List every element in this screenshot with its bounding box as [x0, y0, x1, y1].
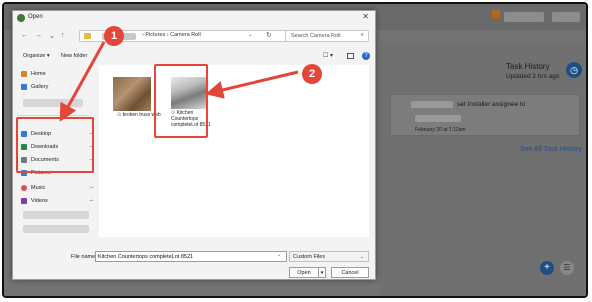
app-icon	[17, 14, 25, 22]
forward-icon[interactable]: →	[35, 32, 42, 39]
blurred-text	[504, 12, 544, 22]
sidebar-item-label: Videos	[31, 198, 48, 204]
see-all-task-history-link[interactable]: See All Task History	[520, 146, 582, 153]
navigation-bar: ← → ⌄ ↑ › Pictures › Camera Roll ⌄ ↻ Sea…	[13, 29, 375, 45]
chevron-down-icon: ⌄	[359, 254, 364, 260]
pin-icon: ⊸	[89, 185, 94, 191]
sidebar-item-label: Gallery	[31, 84, 49, 90]
file-list: ⊙ broken truss web ⊙ Kitchen Countertops…	[99, 65, 369, 237]
blurred-item	[23, 225, 89, 233]
close-button[interactable]: ✕	[362, 12, 369, 21]
add-button[interactable]: +	[540, 261, 554, 275]
open-options-button[interactable]: ▾	[318, 267, 326, 278]
screenshot-frame: Task History Updated 2 hrs ago ◷ set Ins…	[2, 2, 588, 298]
address-dropdown-icon[interactable]: ⌄	[248, 32, 253, 38]
chevron-down-icon[interactable]: ⌄	[277, 252, 281, 258]
file-type-select[interactable]: Custom Files ⌄	[289, 251, 369, 262]
preview-pane-icon[interactable]	[347, 53, 354, 59]
highlight-box-sidebar	[16, 117, 94, 173]
videos-icon	[21, 198, 27, 204]
dialog-titlebar[interactable]: Open ✕	[13, 11, 375, 25]
refresh-icon[interactable]: ↻	[266, 31, 272, 39]
chevron-down-icon[interactable]: ⌄	[49, 32, 55, 40]
new-folder-button[interactable]: New folder	[61, 53, 87, 59]
step-badge-1: 1	[104, 26, 124, 46]
search-input[interactable]: Search Camera Roll ⌕	[285, 30, 369, 42]
blurred-text	[411, 101, 453, 108]
task-history-updated: Updated 2 hrs ago	[506, 73, 560, 80]
up-folder-icon[interactable]: ↑	[61, 32, 65, 39]
divider	[17, 115, 91, 116]
blurred-item	[23, 211, 89, 219]
dialog-footer: File name: Kitchen Countertops completeL…	[13, 249, 375, 281]
dialog-toolbar: Organize ▾ New folder ☐ ▾ ?	[13, 51, 375, 63]
pin-icon: ⊸	[89, 198, 94, 204]
file-name-field[interactable]: Kitchen Countertops completeLot 8521	[95, 251, 287, 262]
back-icon[interactable]: ←	[21, 32, 28, 39]
step-badge-2: 2	[302, 64, 322, 84]
file-type-value: Custom Files	[293, 254, 326, 260]
list-view-button[interactable]: ☰	[560, 261, 574, 275]
home-icon	[21, 71, 27, 77]
view-options-button[interactable]: ☐ ▾	[323, 52, 333, 59]
music-icon	[21, 185, 27, 191]
gallery-icon	[21, 84, 27, 90]
breadcrumb[interactable]: › Pictures › Camera Roll	[142, 32, 201, 38]
blurred-item	[23, 99, 83, 107]
history-entry-date: February 20 at 7:12am	[415, 127, 466, 133]
highlight-box-file	[154, 64, 208, 138]
folder-icon	[84, 33, 91, 39]
file-name-label: File name:	[71, 254, 97, 260]
history-entry-text: set Installer assignee to	[457, 101, 526, 108]
help-icon[interactable]: ?	[362, 52, 370, 60]
blurred-text	[415, 115, 461, 122]
sidebar-item-label: Music	[31, 185, 46, 191]
sidebar-item-label: Home	[31, 71, 46, 77]
organize-button[interactable]: Organize ▾	[23, 53, 50, 59]
open-button[interactable]: Open	[289, 267, 319, 278]
history-icon[interactable]: ◷	[566, 62, 582, 78]
cancel-button[interactable]: Cancel	[331, 267, 369, 278]
sync-status-icon: ⊙	[117, 112, 122, 118]
task-history-title: Task History	[506, 62, 550, 71]
notification-icon[interactable]	[492, 9, 500, 19]
search-placeholder: Search Camera Roll	[291, 33, 341, 39]
history-entry: set Installer assignee to February 20 at…	[390, 94, 580, 136]
search-icon[interactable]: ⌕	[361, 32, 364, 39]
blurred-text	[552, 12, 580, 22]
file-thumbnail[interactable]	[113, 77, 151, 111]
task-history-panel: Task History Updated 2 hrs ago ◷ set Ins…	[380, 44, 586, 296]
dialog-title: Open	[28, 14, 43, 20]
